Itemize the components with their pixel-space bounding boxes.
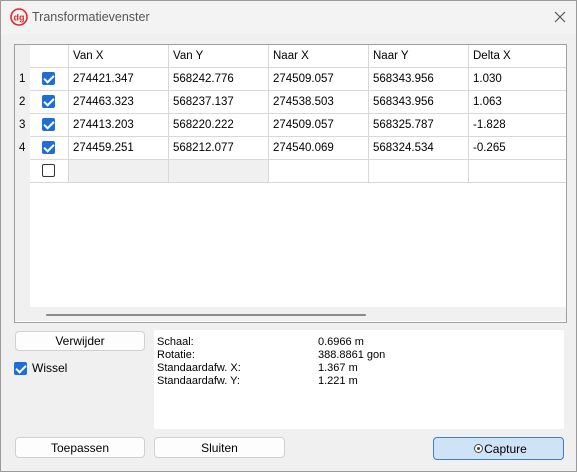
new-row-cell[interactable]: [369, 160, 469, 183]
table-cell[interactable]: 568324.534: [369, 137, 469, 160]
column-header-van-y[interactable]: Van Y: [169, 45, 269, 68]
stat-label: Standaardafw. X:: [157, 362, 241, 374]
transformation-grid[interactable]: Van X Van Y Naar X Naar Y Delta X 1 2744…: [14, 44, 567, 323]
table-cell[interactable]: 274459.251: [69, 137, 169, 160]
close-dialog-button[interactable]: Sluiten: [154, 437, 285, 458]
new-row-checkbox[interactable]: [42, 164, 55, 177]
table-cell[interactable]: -0.265: [469, 137, 566, 160]
stat-value: 1.367 m: [318, 362, 358, 374]
scrollbar-thumb[interactable]: [46, 314, 366, 316]
stat-value: 1.221 m: [318, 375, 358, 387]
table-cell[interactable]: 1.063: [469, 91, 566, 114]
new-row-checkbox-cell: [30, 160, 69, 183]
row-checkbox[interactable]: [42, 118, 55, 131]
statistics-panel: Schaal: 0.6966 m Rotatie: 388.8861 gon S…: [154, 330, 564, 429]
new-row-cell[interactable]: [469, 160, 566, 183]
table-cell[interactable]: 1.030: [469, 68, 566, 91]
row-checkbox[interactable]: [42, 95, 55, 108]
stat-value: 388.8861 gon: [318, 349, 386, 361]
stat-label: Standaardafw. Y:: [157, 375, 240, 387]
column-header-naar-x[interactable]: Naar X: [269, 45, 369, 68]
table-cell[interactable]: 274540.069: [269, 137, 369, 160]
svg-text:dg: dg: [14, 13, 25, 23]
grid-header-checkbox: [30, 45, 69, 68]
table-cell[interactable]: 568212.077: [169, 137, 269, 160]
row-checkbox[interactable]: [42, 72, 55, 85]
column-header-delta-x[interactable]: Delta X: [469, 45, 566, 68]
table-cell[interactable]: 568343.956: [369, 68, 469, 91]
radio-dot-icon: [474, 444, 483, 453]
close-icon: [554, 11, 566, 23]
table-cell[interactable]: 274463.323: [69, 91, 169, 114]
capture-button[interactable]: Capture: [433, 437, 564, 460]
table-cell[interactable]: 274509.057: [269, 114, 369, 137]
row-checkbox-cell: [30, 137, 69, 160]
new-row-cell[interactable]: [69, 160, 169, 183]
column-header-van-x[interactable]: Van X: [69, 45, 169, 68]
table-cell[interactable]: 274538.503: [269, 91, 369, 114]
transformation-window: dg Transformatievenster Van X Van Y Naar…: [0, 0, 577, 472]
table-cell[interactable]: 568325.787: [369, 114, 469, 137]
wissel-checkbox[interactable]: [14, 362, 27, 375]
row-number: 1: [19, 73, 26, 85]
new-row-cell[interactable]: [169, 160, 269, 183]
stat-label: Schaal:: [157, 336, 194, 348]
stat-value: 0.6966 m: [318, 336, 364, 348]
table-cell[interactable]: 568220.222: [169, 114, 269, 137]
remove-button[interactable]: Verwijder: [15, 331, 145, 351]
title-bar: dg Transformatievenster: [1, 1, 576, 34]
app-logo-icon: dg: [10, 8, 28, 26]
row-checkbox-cell: [30, 68, 69, 91]
horizontal-scrollbar[interactable]: [30, 307, 566, 321]
close-button[interactable]: [549, 6, 571, 28]
table-cell[interactable]: -1.828: [469, 114, 566, 137]
table-cell[interactable]: 568242.776: [169, 68, 269, 91]
row-number: 2: [19, 96, 26, 108]
new-row-cell[interactable]: [269, 160, 369, 183]
row-checkbox-cell: [30, 91, 69, 114]
wissel-label: Wissel: [32, 361, 68, 375]
table-cell[interactable]: 274421.347: [69, 68, 169, 91]
apply-button[interactable]: Toepassen: [15, 437, 145, 458]
row-number: 3: [19, 119, 26, 131]
row-checkbox[interactable]: [42, 141, 55, 154]
window-title: Transformatievenster: [32, 10, 150, 24]
row-number: 4: [19, 142, 26, 154]
table-cell[interactable]: 568343.956: [369, 91, 469, 114]
table-cell[interactable]: 568237.137: [169, 91, 269, 114]
column-header-naar-y[interactable]: Naar Y: [369, 45, 469, 68]
row-checkbox-cell: [30, 114, 69, 137]
table-cell[interactable]: 274509.057: [269, 68, 369, 91]
table-cell[interactable]: 274413.203: [69, 114, 169, 137]
stat-label: Rotatie:: [157, 349, 195, 361]
